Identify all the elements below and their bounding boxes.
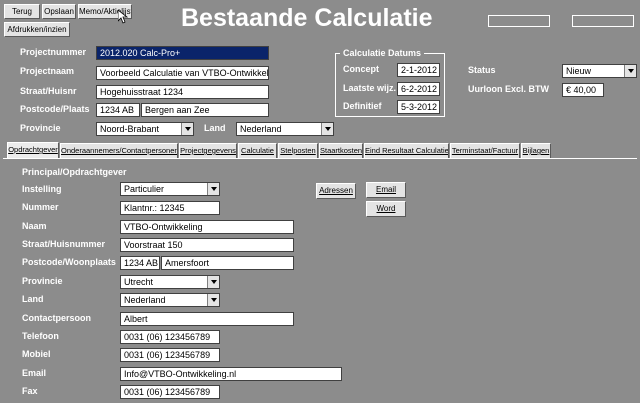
client-postcode-field[interactable]: 1234 AB <box>120 256 160 270</box>
nummer-label: Nummer <box>22 202 59 212</box>
tab-opdrachtgever[interactable]: Opdrachtgever <box>7 142 59 158</box>
email-field[interactable]: Info@VTBO-Ontwikkeling.nl <box>120 367 342 381</box>
mobile-field[interactable]: 0031 (06) 123456789 <box>120 348 220 362</box>
project-postcode-field[interactable]: 1234 AB <box>96 103 140 117</box>
final-date-field[interactable]: 5-3-2012 <box>397 100 440 114</box>
save-button[interactable]: Opslaan <box>42 4 76 19</box>
naam-field[interactable]: VTBO-Ontwikkeling <box>120 220 294 234</box>
tab-onderaannemers[interactable]: Onderaannemers/Contactpersonen <box>60 143 178 158</box>
client-street-label: Straat/Huisnummer <box>22 239 106 249</box>
tab-staartkosten[interactable]: Staartkosten <box>319 143 363 158</box>
status-select[interactable]: Nieuw <box>562 64 637 78</box>
hourly-rate-field[interactable]: € 40,00 <box>562 83 604 97</box>
client-province-label: Provincie <box>22 276 63 286</box>
phone-label: Telefoon <box>22 331 59 341</box>
client-province-value: Utrecht <box>124 277 154 287</box>
contact-label: Contactpersoon <box>22 313 92 323</box>
project-number-label: Projectnummer <box>20 47 87 57</box>
back-button[interactable]: Terug <box>4 4 40 19</box>
project-number-field[interactable]: 2012.020 Calc-Pro+ <box>96 46 269 60</box>
client-city-field[interactable]: Amersfoort <box>161 256 294 270</box>
tab-stelposten[interactable]: Stelposten <box>278 143 318 158</box>
project-province-label: Provincie <box>20 123 61 133</box>
chevron-down-icon[interactable] <box>207 276 219 288</box>
addresses-button[interactable]: Adressen <box>316 183 356 199</box>
nummer-field[interactable]: Klantnr.: 12345 <box>120 201 220 215</box>
chevron-down-icon[interactable] <box>207 294 219 306</box>
project-city-field[interactable]: Bergen aan Zee <box>141 103 269 117</box>
word-button[interactable]: Word <box>366 201 406 217</box>
client-street-field[interactable]: Voorstraat 150 <box>120 238 294 252</box>
last-modified-field[interactable]: 6-2-2012 <box>397 82 440 96</box>
tab-eind-resultaat[interactable]: Eind Resultaat Calculatie <box>364 143 449 158</box>
blank-box-right <box>572 15 634 27</box>
phone-field[interactable]: 0031 (06) 123456789 <box>120 330 220 344</box>
project-province-select[interactable]: Noord-Brabant <box>96 122 194 136</box>
instelling-value: Particulier <box>124 184 165 194</box>
project-street-field[interactable]: Hogehuisstraat 1234 <box>96 85 269 99</box>
fax-field[interactable]: 0031 (06) 123456789 <box>120 385 220 399</box>
mouse-cursor-icon <box>117 9 129 24</box>
fax-label: Fax <box>22 386 38 396</box>
chevron-down-icon[interactable] <box>321 123 333 135</box>
tab-calculatie[interactable]: Calculatie <box>238 143 277 158</box>
email-label: Email <box>22 368 47 378</box>
last-modified-label: Laatste wijz. <box>343 83 397 93</box>
calculation-dates-title: Calculatie Datums <box>340 47 425 59</box>
chevron-down-icon[interactable] <box>181 123 193 135</box>
mobile-label: Mobiel <box>22 349 51 359</box>
project-street-label: Straat/Huisnr <box>20 86 77 96</box>
client-section-title: Principal/Opdrachtgever <box>22 167 127 177</box>
concept-date-label: Concept <box>343 64 379 74</box>
client-province-select[interactable]: Utrecht <box>120 275 220 289</box>
tab-projectgegevens[interactable]: Projectgegevens <box>179 143 237 158</box>
contact-field[interactable]: Albert <box>120 312 294 326</box>
concept-date-field[interactable]: 2-1-2012 <box>397 63 440 77</box>
project-name-field[interactable]: Voorbeeld Calculatie van VTBO-Ontwikkeli… <box>96 66 269 80</box>
instelling-label: Instelling <box>22 184 62 194</box>
project-name-label: Projectnaam <box>20 66 75 76</box>
project-province-value: Noord-Brabant <box>100 124 160 134</box>
final-date-label: Definitief <box>343 101 382 111</box>
project-postcode-label: Postcode/Plaats <box>20 104 90 114</box>
instelling-select[interactable]: Particulier <box>120 182 220 196</box>
tab-bar: Opdrachtgever Onderaannemers/Contactpers… <box>0 142 640 159</box>
status-label: Status <box>468 65 496 75</box>
tab-bijlagen[interactable]: Bijlagen <box>521 143 551 158</box>
page-title: Bestaande Calculatie <box>181 4 433 32</box>
blank-box-left <box>488 15 550 27</box>
client-postcode-label: Postcode/Woonplaats <box>22 257 116 267</box>
print-button[interactable]: Afdrukken/inzien <box>4 22 70 37</box>
client-country-value: Nederland <box>124 295 166 305</box>
project-country-select[interactable]: Nederland <box>236 122 334 136</box>
email-button[interactable]: Email <box>366 182 406 198</box>
naam-label: Naam <box>22 221 47 231</box>
chevron-down-icon[interactable] <box>624 65 636 77</box>
project-country-value: Nederland <box>240 124 282 134</box>
client-country-select[interactable]: Nederland <box>120 293 220 307</box>
chevron-down-icon[interactable] <box>207 183 219 195</box>
client-country-label: Land <box>22 294 44 304</box>
tab-terminstaat[interactable]: Terminstaat/Factuur <box>450 143 520 158</box>
status-value: Nieuw <box>566 66 592 76</box>
hourly-rate-label: Uurloon Excl. BTW <box>468 84 549 94</box>
project-country-label: Land <box>204 123 226 133</box>
